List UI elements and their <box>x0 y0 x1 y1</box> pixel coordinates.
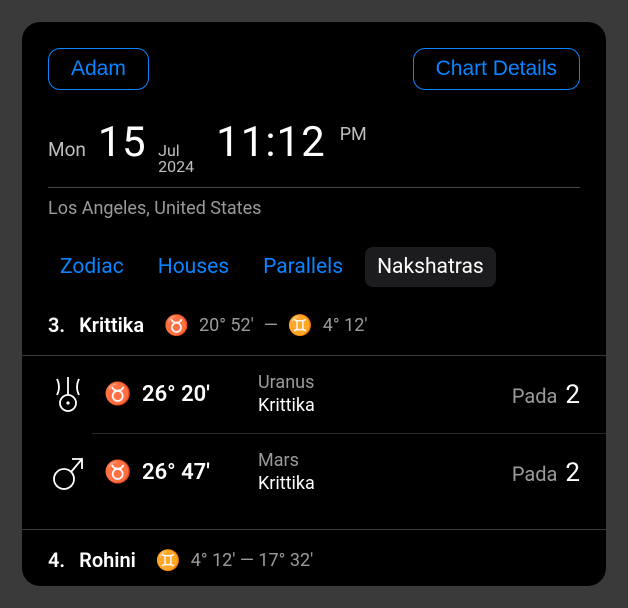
tab-houses[interactable]: Houses <box>146 247 241 287</box>
day-number: 15 <box>98 118 146 167</box>
nakshatra-name: Rohini <box>79 548 136 572</box>
planet-name: Mars <box>258 450 496 473</box>
nakshatra-range: ♉ 20° 52' — ♊ 4° 12' <box>164 313 367 337</box>
datetime-block: Mon 15 Jul 2024 11:12 PM <box>22 118 606 175</box>
gemini-icon: ♊ <box>288 313 313 337</box>
nakshatra-header-krittika: 3. Krittika ♉ 20° 52' — ♊ 4° 12' <box>22 313 606 337</box>
planet-position: 26° 47' <box>142 460 242 485</box>
pada-number: 2 <box>565 458 580 488</box>
taurus-icon: ♉ <box>104 460 126 485</box>
nakshatra-number: 3. <box>48 313 65 337</box>
range-dash: — <box>264 315 278 336</box>
planet-name: Uranus <box>258 372 496 395</box>
tab-bar: Zodiac Houses Parallels Nakshatras <box>22 247 606 287</box>
nakshatra-header-rohini: 4. Rohini ♊ 4° 12' — 17° 32' <box>22 548 606 572</box>
gemini-icon: ♊ <box>156 548 181 572</box>
location-text: Los Angeles, United States <box>22 198 606 219</box>
weekday: Mon <box>48 138 86 161</box>
name-button[interactable]: Adam <box>48 48 149 90</box>
divider <box>48 187 580 188</box>
uranus-icon <box>48 375 88 415</box>
chart-card: Adam Chart Details Mon 15 Jul 2024 11:12… <box>22 22 606 586</box>
pada-block: Pada 2 <box>512 380 580 410</box>
planet-row-mars[interactable]: ♉ 26° 47' Mars Krittika Pada 2 <box>22 434 606 511</box>
planet-name-column: Uranus Krittika <box>258 372 496 417</box>
taurus-icon: ♉ <box>104 382 126 407</box>
planet-name-column: Mars Krittika <box>258 450 496 495</box>
planet-nakshatra: Krittika <box>258 395 496 418</box>
pada-label: Pada <box>512 462 558 486</box>
nakshatra-number: 4. <box>48 548 65 572</box>
divider <box>22 529 606 530</box>
tab-zodiac[interactable]: Zodiac <box>48 247 136 287</box>
start-degree: 20° 52' <box>199 315 254 336</box>
chart-details-button[interactable]: Chart Details <box>413 48 580 90</box>
header-row: Adam Chart Details <box>22 48 606 90</box>
pada-number: 2 <box>565 380 580 410</box>
planet-row-uranus[interactable]: ♉ 26° 20' Uranus Krittika Pada 2 <box>22 356 606 433</box>
nakshatra-name: Krittika <box>79 313 144 337</box>
time: 11:12 <box>216 118 326 167</box>
planet-position: 26° 20' <box>142 382 242 407</box>
pada-block: Pada 2 <box>512 458 580 488</box>
range-degrees: 4° 12' — 17° 32' <box>191 550 313 571</box>
nakshatra-range: ♊ 4° 12' — 17° 32' <box>156 548 313 572</box>
mars-icon <box>48 453 88 493</box>
pada-label: Pada <box>512 384 558 408</box>
taurus-icon: ♉ <box>164 313 189 337</box>
month-year: Jul 2024 <box>158 143 194 175</box>
end-degree: 4° 12' <box>323 315 368 336</box>
tab-nakshatras[interactable]: Nakshatras <box>365 247 496 287</box>
planet-nakshatra: Krittika <box>258 473 496 496</box>
tab-parallels[interactable]: Parallels <box>251 247 355 287</box>
ampm: PM <box>340 124 367 145</box>
year: 2024 <box>158 159 194 175</box>
